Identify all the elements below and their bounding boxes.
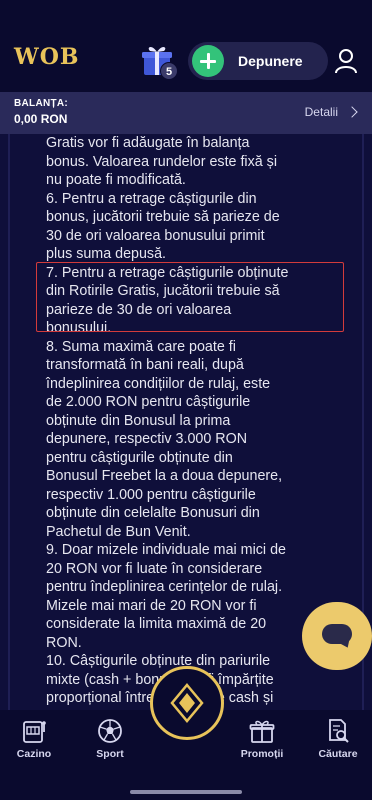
nav-label-cazino: Cazino bbox=[16, 748, 52, 760]
gift-count-badge: 5 bbox=[160, 62, 178, 80]
deposit-button[interactable]: Depunere bbox=[188, 42, 328, 80]
terms-text-block: Gratis vor fi adăugate în balanța bonus.… bbox=[46, 134, 332, 710]
highlight-box bbox=[36, 262, 344, 332]
user-icon[interactable] bbox=[334, 48, 358, 74]
logo[interactable]: WOB bbox=[14, 44, 79, 70]
nav-label-cautare: Căutare bbox=[318, 748, 358, 760]
diamond-logo-icon bbox=[170, 683, 204, 723]
nav-item-cautare[interactable]: Căutare bbox=[306, 718, 370, 778]
left-border bbox=[8, 134, 10, 710]
nav-label-promotii: Promoții bbox=[240, 748, 284, 760]
deposit-label: Depunere bbox=[238, 53, 303, 69]
plus-icon bbox=[192, 45, 224, 77]
chevron-right-icon bbox=[346, 106, 358, 118]
balance-bar: BALANȚA: 0,00 RON Detalii bbox=[0, 92, 372, 134]
nav-label-sport: Sport bbox=[96, 748, 124, 760]
nav-item-cazino[interactable]: Cazino bbox=[2, 718, 66, 778]
balance-value: 0,00 RON bbox=[14, 112, 68, 126]
details-label: Detalii bbox=[304, 105, 338, 119]
slot-machine-icon bbox=[23, 721, 46, 743]
nav-item-home[interactable] bbox=[150, 666, 224, 740]
details-link[interactable]: Detalii bbox=[304, 105, 358, 119]
nav-item-sport[interactable]: Sport bbox=[78, 718, 142, 778]
nav-item-promotii[interactable]: Promoții bbox=[230, 718, 294, 778]
chat-button[interactable] bbox=[302, 602, 372, 670]
top-header: WOB 5 Depunere bbox=[0, 0, 372, 92]
soccer-ball-icon bbox=[98, 719, 122, 743]
home-indicator bbox=[130, 790, 242, 794]
balance-label: BALANȚA: bbox=[14, 98, 69, 109]
terms-text: Gratis vor fi adăugate în balanța bonus.… bbox=[46, 135, 289, 710]
search-document-icon bbox=[329, 719, 349, 743]
gift-icon bbox=[249, 720, 275, 743]
